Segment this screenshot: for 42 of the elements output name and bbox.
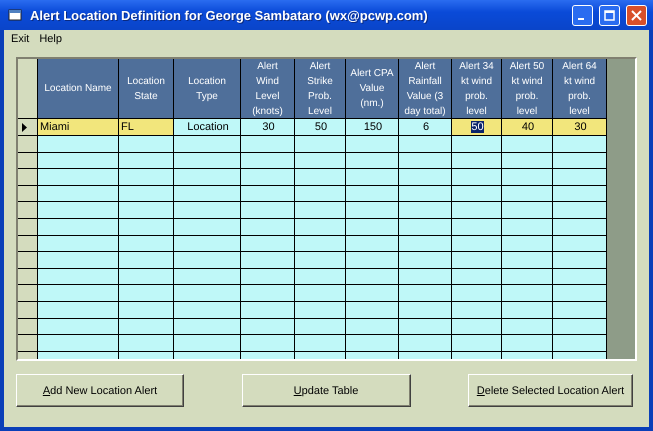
- window-title: Alert Location Definition for George Sambataro (wx@pcwp.com): [30, 8, 429, 22]
- corner-cell: [18, 59, 37, 118]
- close-icon: [631, 10, 642, 20]
- column-header[interactable]: Alert 34 kt wind prob. level: [452, 59, 501, 118]
- row-selector[interactable]: [18, 268, 37, 284]
- column-header[interactable]: Alert 50 kt wind prob. level: [502, 59, 552, 118]
- action-button[interactable]: Delete Selected Location Alert: [468, 374, 633, 407]
- column-header[interactable]: Alert Strike Prob. Level: [295, 59, 345, 118]
- minimize-icon: [578, 18, 584, 20]
- column-header[interactable]: Location Type: [174, 59, 240, 118]
- action-button[interactable]: Update Table: [242, 374, 410, 407]
- column-header[interactable]: Alert 64 kt wind prob. level: [553, 59, 606, 118]
- maximize-icon: [604, 10, 615, 20]
- minimize-button[interactable]: [572, 4, 593, 26]
- row-selector[interactable]: [18, 119, 37, 135]
- close-button[interactable]: [626, 4, 647, 26]
- table-cell[interactable]: 50: [295, 119, 345, 135]
- menu-item[interactable]: Help: [34, 33, 67, 45]
- row-selector[interactable]: [18, 236, 37, 252]
- menu-item[interactable]: Exit: [6, 33, 34, 45]
- table-cell[interactable]: Location: [174, 119, 240, 135]
- table-cell[interactable]: 40: [502, 119, 552, 135]
- row-selector[interactable]: [18, 318, 37, 334]
- window-icon: [8, 8, 24, 22]
- column-header[interactable]: Alert CPA Value (nm.): [346, 59, 398, 118]
- maximize-button[interactable]: [599, 4, 620, 26]
- table-cell[interactable]: 50: [452, 119, 501, 135]
- table-cell[interactable]: FL: [119, 119, 173, 135]
- row-selector[interactable]: [18, 186, 37, 202]
- table-cell[interactable]: 30: [241, 119, 294, 135]
- table-cell[interactable]: 6: [399, 119, 451, 135]
- column-header[interactable]: Alert Wind Level (knots): [241, 59, 294, 118]
- row-selector[interactable]: [18, 302, 37, 318]
- row-selector[interactable]: [18, 152, 37, 168]
- column-header[interactable]: Alert Rainfall Value (3 day total): [399, 59, 451, 118]
- column-header[interactable]: Location State: [119, 59, 173, 118]
- table-cell[interactable]: Miami: [38, 119, 118, 135]
- row-selector[interactable]: [18, 218, 37, 235]
- action-button[interactable]: Add New Location Alert: [16, 374, 184, 407]
- column-header[interactable]: Location Name: [38, 59, 118, 118]
- table-cell[interactable]: 150: [346, 119, 398, 135]
- table-cell[interactable]: 30: [553, 119, 606, 135]
